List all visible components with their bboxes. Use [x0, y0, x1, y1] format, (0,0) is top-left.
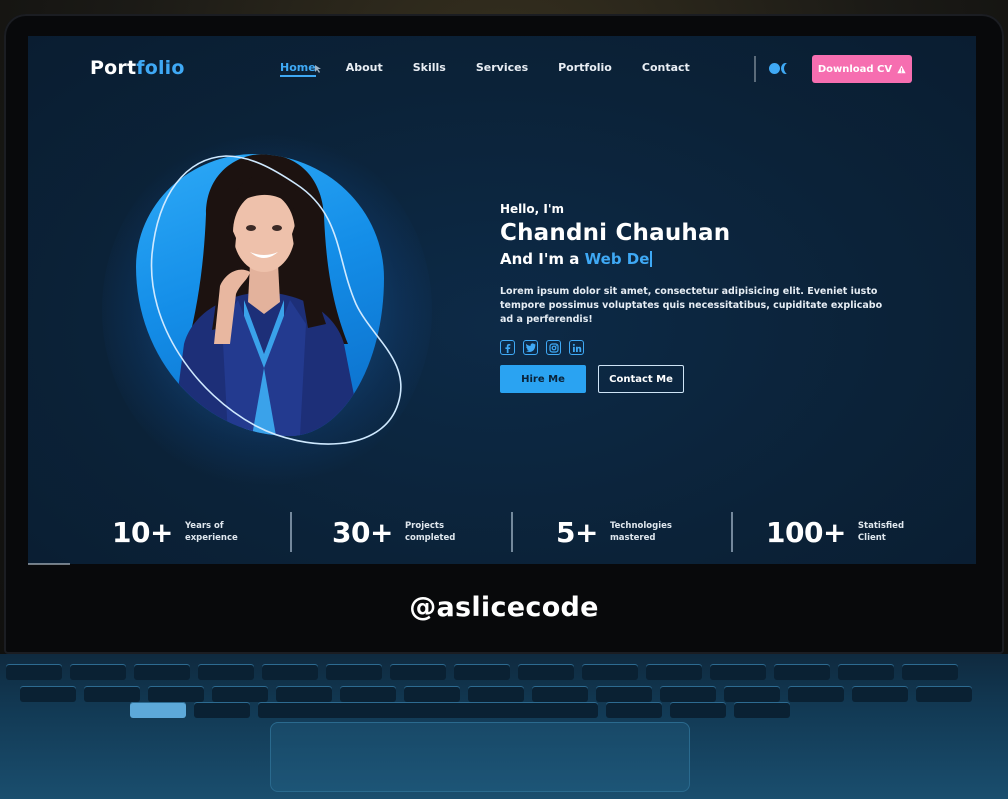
role-prefix: And I'm a	[500, 250, 580, 268]
profile-outline-ring	[150, 155, 402, 445]
stat-projects: 30+ Projects completed	[332, 510, 455, 554]
nav-links: Home About Skills Services Portfolio Con…	[280, 61, 720, 77]
stat-clients: 100+ Statisfied Client	[766, 510, 904, 554]
contact-me-button[interactable]: Contact Me	[598, 365, 684, 393]
hero-greeting: Hello, I'm	[500, 202, 565, 216]
role-typed-text: Web De	[584, 250, 650, 268]
stat-label: Technologies mastered	[609, 521, 672, 543]
nav-link-skills[interactable]: Skills	[413, 61, 446, 74]
nav-link-portfolio[interactable]: Portfolio	[558, 61, 612, 74]
website-screen: Portfolio Home About Skills Services Por…	[28, 36, 976, 564]
screen-edge-mark	[28, 563, 70, 565]
twitter-icon[interactable]	[523, 340, 538, 355]
warning-triangle-icon	[897, 64, 906, 73]
stat-value: 5+	[556, 515, 598, 549]
stat-label: Statisfied Client	[857, 521, 905, 543]
download-cv-label: Download CV	[817, 63, 893, 75]
stat-divider	[731, 512, 733, 552]
hero-text: Hello, I'm Chandni Chauhan And I'm a Web…	[500, 202, 890, 393]
nav-link-services[interactable]: Services	[476, 61, 528, 74]
laptop-trackpad	[270, 722, 690, 792]
keyboard-row	[0, 664, 1008, 682]
typing-caret	[650, 251, 653, 267]
stat-value: 10+	[112, 515, 173, 549]
stat-experience: 10+ Years of experience	[112, 510, 238, 554]
hero-buttons: Hire Me Contact Me	[500, 365, 890, 393]
hero-description: Lorem ipsum dolor sit amet, consectetur …	[500, 286, 883, 325]
logo-main-text: Port	[90, 57, 137, 79]
instagram-icon[interactable]	[546, 340, 561, 355]
stat-technologies: 5+ Technologies mastered	[556, 510, 672, 554]
moon-icon	[784, 63, 793, 74]
hero-name: Chandni Chauhan	[500, 220, 731, 246]
nav-link-contact[interactable]: Contact	[642, 61, 690, 74]
social-links	[500, 340, 890, 355]
nav-divider	[754, 56, 756, 82]
watermark-handle: @aslicecode	[409, 592, 599, 623]
stat-label: Years of experience	[184, 521, 238, 543]
keyboard-row	[0, 702, 1008, 720]
logo-accent-text: folio	[136, 57, 185, 79]
logo[interactable]: Portfolio	[90, 57, 185, 79]
facebook-icon[interactable]	[500, 340, 515, 355]
stat-value: 100+	[766, 515, 846, 549]
nav-link-about[interactable]: About	[346, 61, 383, 74]
theme-toggle[interactable]	[769, 62, 795, 76]
stat-divider	[290, 512, 292, 552]
stat-divider	[511, 512, 513, 552]
linkedin-icon[interactable]	[569, 340, 584, 355]
mouse-cursor-icon	[315, 65, 321, 73]
stat-label: Projects completed	[404, 521, 456, 543]
stats-bar: 10+ Years of experience 30+ Projects com…	[28, 510, 976, 554]
stat-value: 30+	[332, 515, 393, 549]
theme-dot-icon	[769, 63, 780, 74]
hero-role: And I'm a Web De	[500, 250, 890, 268]
download-cv-button[interactable]: Download CV	[812, 55, 912, 83]
navbar: Portfolio Home About Skills Services Por…	[28, 36, 976, 104]
hire-me-button[interactable]: Hire Me	[500, 365, 586, 393]
nav-link-home[interactable]: Home	[280, 61, 316, 77]
